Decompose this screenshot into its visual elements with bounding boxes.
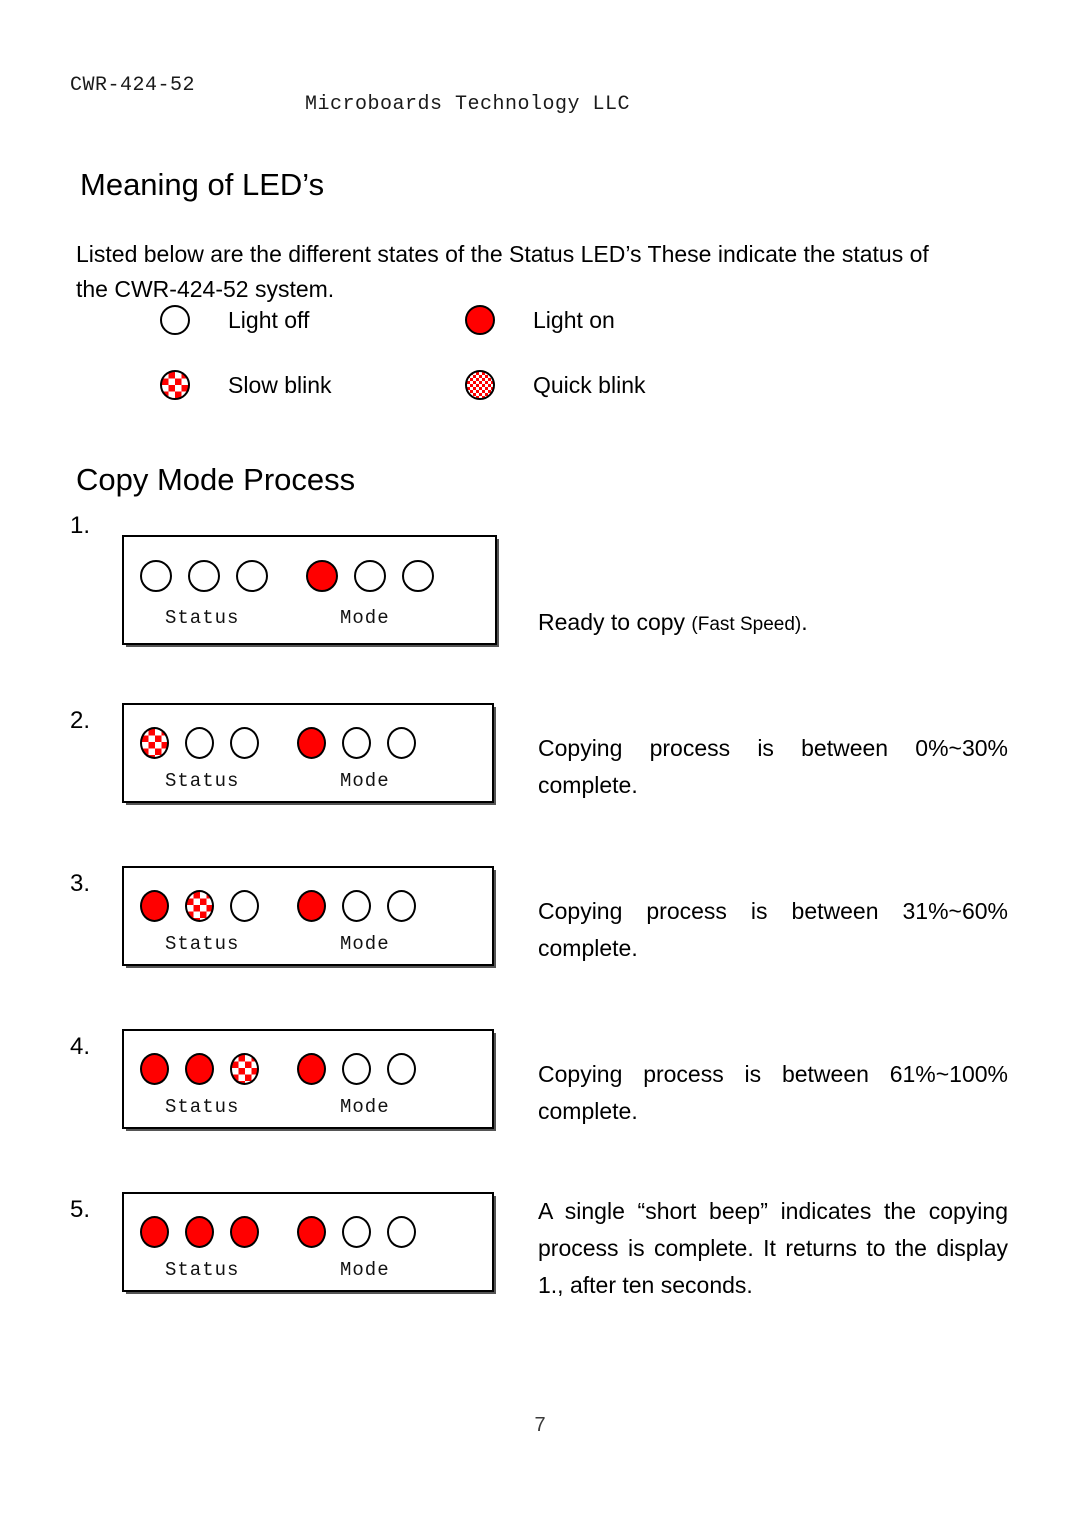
- mode-group-label: Mode: [340, 933, 390, 955]
- led-on-icon: [465, 305, 495, 335]
- intro-paragraph: Listed below are the different states of…: [76, 241, 929, 302]
- status-group-label: Status: [165, 1096, 240, 1118]
- led-quick-blink-icon: [465, 370, 495, 400]
- status-led-group: [140, 560, 268, 592]
- legend-item-light-on: Light on: [465, 305, 615, 335]
- led-legend: Light off Light on Slow blink Quick blin…: [160, 305, 780, 435]
- led-row: [140, 560, 434, 592]
- led-on-icon: [185, 1053, 214, 1085]
- step-number: 3.: [70, 870, 91, 897]
- led-off-icon: [387, 1053, 416, 1085]
- legend-item-quick-blink: Quick blink: [465, 370, 645, 400]
- legend-item-light-off: Light off: [160, 305, 309, 335]
- led-on-icon: [306, 560, 338, 592]
- status-led-group: [140, 890, 259, 922]
- step-number: 4.: [70, 1033, 91, 1060]
- led-on-icon: [297, 1216, 326, 1248]
- page-number: 7: [534, 1414, 546, 1436]
- mode-group-label: Mode: [340, 1259, 390, 1281]
- led-row: [140, 1053, 416, 1085]
- mode-group-label: Mode: [340, 607, 390, 629]
- led-on-icon: [140, 890, 169, 922]
- legend-label: Quick blink: [533, 371, 646, 398]
- legend-label: Light on: [533, 306, 615, 333]
- led-off-icon: [387, 890, 416, 922]
- status-group-label: Status: [165, 607, 240, 629]
- mode-led-group: [306, 560, 434, 592]
- led-off-icon: [342, 890, 371, 922]
- led-off-icon: [185, 727, 214, 759]
- step-description-tail: .: [801, 609, 808, 635]
- header-product-code: CWR-424-52: [70, 74, 196, 97]
- mode-group-label: Mode: [340, 770, 390, 792]
- legend-row: Light off Light on: [160, 305, 780, 370]
- status-led-group: [140, 1216, 259, 1248]
- led-slow-icon: [185, 890, 214, 922]
- led-off-icon: [140, 560, 172, 592]
- led-on-icon: [140, 1053, 169, 1085]
- led-off-icon: [188, 560, 220, 592]
- step-description: Ready to copy (Fast Speed).: [538, 604, 1008, 643]
- step-number: 5.: [70, 1196, 91, 1223]
- header-company-name: Microboards Technology LLC: [305, 93, 631, 116]
- step-number: 2.: [70, 707, 91, 734]
- mode-led-group: [297, 1053, 416, 1085]
- status-group-label: Status: [165, 933, 240, 955]
- step-description: Copying process is between 61%~100% comp…: [538, 1061, 1008, 1124]
- led-slow-blink-icon: [160, 370, 190, 400]
- led-slow-icon: [230, 1053, 259, 1085]
- led-off-icon: [354, 560, 386, 592]
- led-on-icon: [297, 890, 326, 922]
- step-description: Copying process is between 31%~60% compl…: [538, 898, 1008, 961]
- led-off-icon: [230, 890, 259, 922]
- led-on-icon: [230, 1216, 259, 1248]
- legend-row: Slow blink Quick blink: [160, 370, 780, 435]
- mode-led-group: [297, 1216, 416, 1248]
- led-on-icon: [140, 1216, 169, 1248]
- section-heading-meaning-of-leds: Meaning of LED’s: [80, 166, 325, 202]
- status-led-group: [140, 727, 259, 759]
- led-on-icon: [185, 1216, 214, 1248]
- status-group-label: Status: [165, 1259, 240, 1281]
- led-on-icon: [297, 727, 326, 759]
- led-row: [140, 727, 416, 759]
- legend-label: Slow blink: [228, 371, 332, 398]
- led-off-icon: [342, 1216, 371, 1248]
- step-description: Copying process is between 0%~30% comple…: [538, 735, 1008, 798]
- mode-group-label: Mode: [340, 1096, 390, 1118]
- led-row: [140, 890, 416, 922]
- led-off-icon: [387, 727, 416, 759]
- step-description-main: Ready to copy: [538, 609, 692, 635]
- step-description: A single “short beep” indicates the copy…: [538, 1198, 1008, 1298]
- legend-item-slow-blink: Slow blink: [160, 370, 332, 400]
- step-description-note: (Fast Speed): [691, 614, 802, 635]
- mode-led-group: [297, 727, 416, 759]
- led-off-icon: [160, 305, 190, 335]
- led-off-icon: [342, 727, 371, 759]
- led-off-icon: [342, 1053, 371, 1085]
- document-page: CWR-424-52 Microboards Technology LLC Me…: [0, 0, 1080, 1528]
- status-group-label: Status: [165, 770, 240, 792]
- led-off-icon: [236, 560, 268, 592]
- mode-led-group: [297, 890, 416, 922]
- status-led-group: [140, 1053, 259, 1085]
- led-on-icon: [297, 1053, 326, 1085]
- legend-label: Light off: [228, 306, 310, 333]
- led-off-icon: [230, 727, 259, 759]
- led-slow-icon: [140, 727, 169, 759]
- led-off-icon: [387, 1216, 416, 1248]
- led-row: [140, 1216, 416, 1248]
- section-heading-copy-mode-process: Copy Mode Process: [76, 461, 356, 497]
- led-off-icon: [402, 560, 434, 592]
- step-number: 1.: [70, 512, 91, 539]
